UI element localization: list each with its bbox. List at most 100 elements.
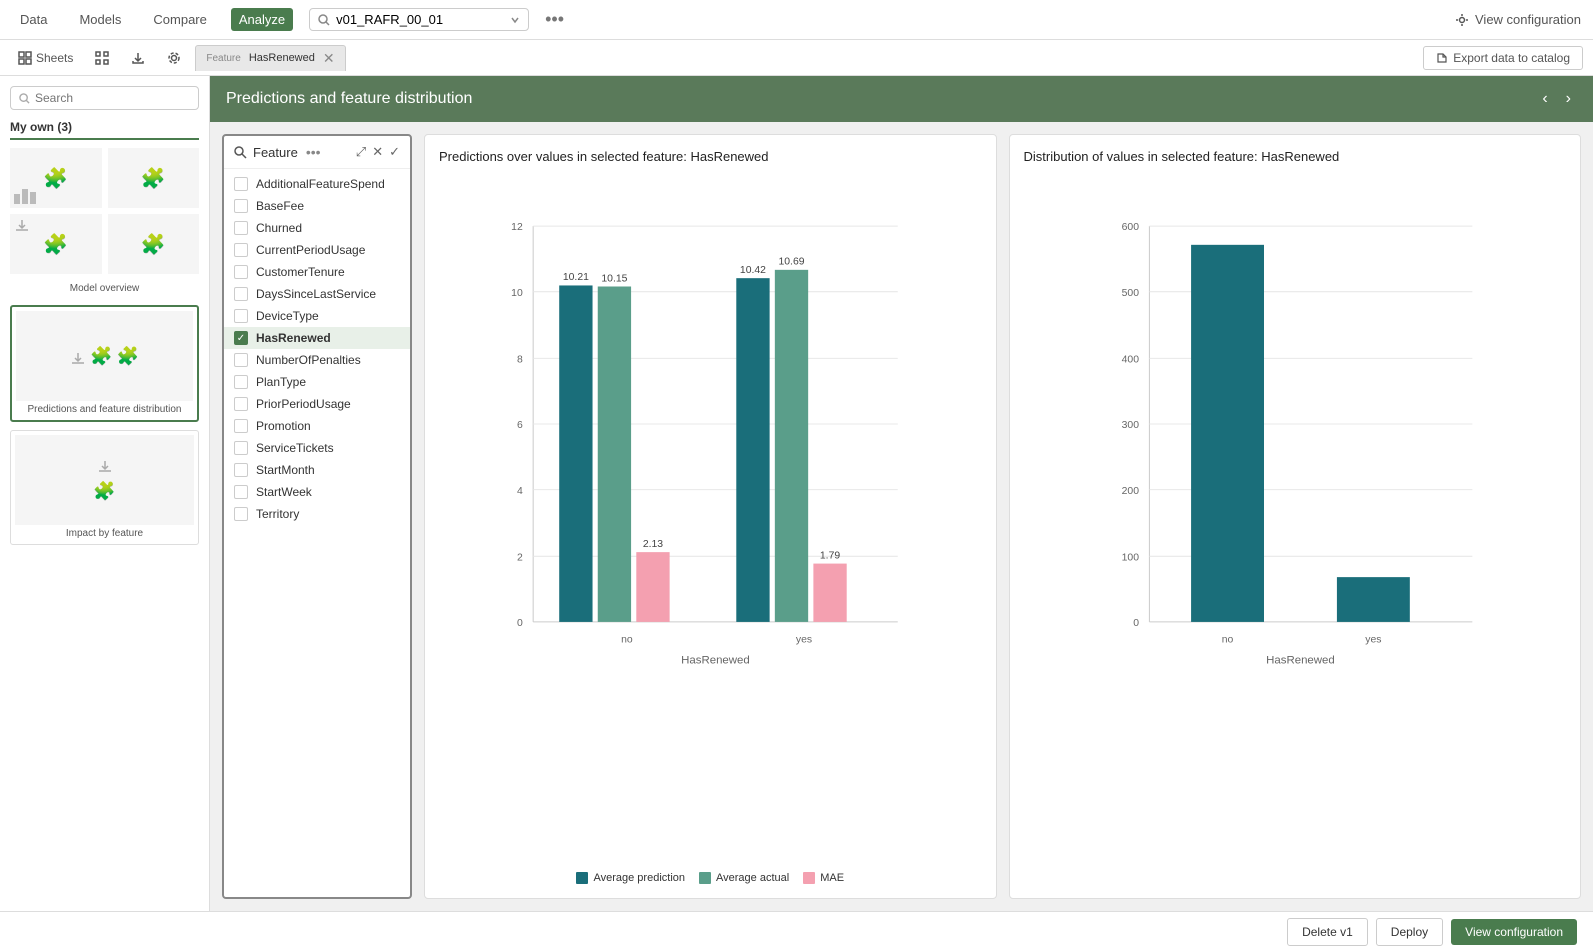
svg-text:1.79: 1.79 — [820, 550, 840, 561]
legend-label-mae: MAE — [820, 872, 844, 884]
delete-button[interactable]: Delete v1 — [1287, 918, 1368, 946]
legend-mae: MAE — [803, 872, 844, 884]
fp-check-icon[interactable]: ✓ — [389, 144, 400, 160]
nav-more-button[interactable]: ••• — [545, 9, 564, 30]
icon-btn-3[interactable] — [159, 47, 189, 69]
feature-item-numberofpenalties[interactable]: NumberOfPenalties — [224, 349, 410, 371]
sidebar: My own (3) 🧩 🧩 🧩 🧩 Model overview — [0, 76, 210, 911]
export-button[interactable]: Export data to catalog — [1423, 46, 1583, 70]
nav-item-analyze[interactable]: Analyze — [231, 8, 293, 31]
feature-item-startweek[interactable]: StartWeek — [224, 481, 410, 503]
svg-text:100: 100 — [1121, 552, 1139, 563]
feature-label: DeviceType — [256, 309, 319, 323]
download-icon-2 — [70, 351, 86, 367]
bar-no-avgpred — [559, 285, 592, 621]
feature-item-currentperiodusage[interactable]: CurrentPeriodUsage — [224, 239, 410, 261]
feature-checkbox-basefee[interactable] — [234, 199, 248, 213]
chart2-svg: 600 500 400 300 200 — [1024, 174, 1567, 674]
feature-item-servicetickets[interactable]: ServiceTickets — [224, 437, 410, 459]
feature-checkbox-startmonth[interactable] — [234, 463, 248, 477]
sheets-button[interactable]: Sheets — [10, 47, 81, 69]
sidebar-search[interactable] — [10, 86, 199, 110]
feature-item-priorperiodusage[interactable]: PriorPeriodUsage — [224, 393, 410, 415]
feature-item-customertenure[interactable]: CustomerTenure — [224, 261, 410, 283]
bar-no-mae — [636, 552, 669, 622]
feature-item-startmonth[interactable]: StartMonth — [224, 459, 410, 481]
feature-item-churned[interactable]: Churned — [224, 217, 410, 239]
nav-search-icon — [318, 14, 330, 26]
sheets-icon — [18, 51, 32, 65]
feature-checkbox-priorperiodusage[interactable] — [234, 397, 248, 411]
feature-checkbox-startweek[interactable] — [234, 485, 248, 499]
tab-sub-label: HasRenewed — [249, 52, 315, 64]
feature-checkbox-customertenure[interactable] — [234, 265, 248, 279]
feature-checkbox-numberofpenalties[interactable] — [234, 353, 248, 367]
view-configuration-nav[interactable]: View configuration — [1455, 12, 1581, 27]
feature-label: Promotion — [256, 419, 311, 433]
svg-text:no: no — [621, 635, 633, 646]
feature-item-plantype[interactable]: PlanType — [224, 371, 410, 393]
predictions-sheet[interactable]: 🧩 🧩 Predictions and feature distribution — [10, 305, 199, 422]
toolbar: Sheets Feature HasRenewed ✕ Export data … — [0, 40, 1593, 76]
nav-item-data[interactable]: Data — [12, 8, 55, 31]
share-icon — [131, 51, 145, 65]
feature-label: CurrentPeriodUsage — [256, 243, 365, 257]
icon-btn-1[interactable] — [87, 47, 117, 69]
nav-search-bar[interactable]: v01_RAFR_00_01 — [309, 8, 529, 31]
svg-text:HasRenewed: HasRenewed — [1266, 655, 1335, 667]
model-overview-label: Model overview — [10, 283, 199, 295]
nav-item-compare[interactable]: Compare — [145, 8, 214, 31]
feature-checkbox-currentperiodusage[interactable] — [234, 243, 248, 257]
puzzle-icon-2: 🧩 — [141, 166, 166, 191]
content-nav: ‹ › — [1536, 88, 1577, 110]
expand-icon — [95, 51, 109, 65]
svg-text:2.13: 2.13 — [643, 539, 663, 550]
nav-prev-button[interactable]: ‹ — [1536, 88, 1553, 110]
feature-label: PlanType — [256, 375, 306, 389]
feature-item-basefee[interactable]: BaseFee — [224, 195, 410, 217]
feature-checkbox-hasrenewed[interactable]: ✓ — [234, 331, 248, 345]
content-area: Predictions and feature distribution ‹ ›… — [210, 76, 1593, 911]
fp-close-icon[interactable]: ✕ — [372, 144, 383, 160]
sidebar-search-input[interactable] — [35, 91, 190, 105]
view-config-label: View configuration — [1475, 12, 1581, 27]
chart2-title: Distribution of values in selected featu… — [1024, 149, 1567, 164]
top-nav: Data Models Compare Analyze v01_RAFR_00_… — [0, 0, 1593, 40]
feature-item-devicetype[interactable]: DeviceType — [224, 305, 410, 327]
tab-close-button[interactable]: ✕ — [323, 50, 335, 67]
view-config-button[interactable]: View configuration — [1451, 919, 1577, 945]
predictions-label: Predictions and feature distribution — [16, 404, 193, 416]
nav-search-input[interactable]: v01_RAFR_00_01 — [336, 12, 466, 27]
chart2-area: 600 500 400 300 200 — [1024, 174, 1567, 884]
fp-expand-icon[interactable]: ⤢ — [356, 144, 366, 160]
feature-checkbox-servicetickets[interactable] — [234, 441, 248, 455]
feature-item-additionalfeaturespend[interactable]: AdditionalFeatureSpend — [224, 173, 410, 195]
feature-item-promotion[interactable]: Promotion — [224, 415, 410, 437]
feature-item-hasrenewed[interactable]: ✓ HasRenewed — [224, 327, 410, 349]
feature-checkbox-plantype[interactable] — [234, 375, 248, 389]
feature-checkbox-dayssincelastservice[interactable] — [234, 287, 248, 301]
nav-next-button[interactable]: › — [1560, 88, 1577, 110]
feature-item-territory[interactable]: Territory — [224, 503, 410, 525]
feature-checkbox-additionalfeaturespend[interactable] — [234, 177, 248, 191]
feature-checkbox-churned[interactable] — [234, 221, 248, 235]
icon-btn-2[interactable] — [123, 47, 153, 69]
feature-label: PriorPeriodUsage — [256, 397, 351, 411]
feature-checkbox-territory[interactable] — [234, 507, 248, 521]
nav-item-models[interactable]: Models — [71, 8, 129, 31]
svg-text:6: 6 — [517, 420, 523, 431]
feature-list: AdditionalFeatureSpend BaseFee Churned C… — [224, 169, 410, 897]
legend-dot-avg-prediction — [576, 872, 588, 884]
feature-panel-header: Feature ••• ⤢ ✕ ✓ — [224, 136, 410, 169]
deploy-button[interactable]: Deploy — [1376, 918, 1443, 946]
feature-item-dayssincelastservice[interactable]: DaysSinceLastService — [224, 283, 410, 305]
chart1-area: 12 10 8 6 4 — [439, 174, 982, 866]
tab-feature[interactable]: Feature HasRenewed ✕ — [195, 45, 345, 71]
svg-text:10.15: 10.15 — [601, 273, 627, 284]
feature-checkbox-promotion[interactable] — [234, 419, 248, 433]
impact-sheet[interactable]: 🧩 Impact by feature — [10, 430, 199, 545]
feature-checkbox-devicetype[interactable] — [234, 309, 248, 323]
model-overview-sheet[interactable]: 🧩 🧩 🧩 🧩 — [10, 148, 199, 274]
feature-panel-dots[interactable]: ••• — [306, 144, 321, 160]
feature-search-icon — [234, 146, 247, 159]
